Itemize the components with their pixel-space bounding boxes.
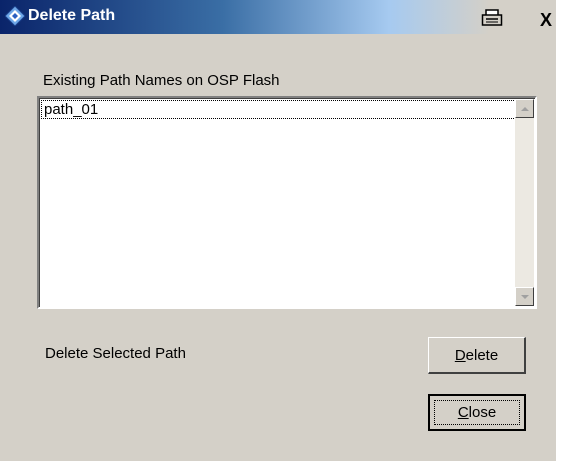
path-list-items: path_01	[40, 99, 516, 306]
app-diamond-icon	[4, 5, 26, 27]
path-listbox[interactable]: path_01	[37, 96, 537, 309]
vertical-scrollbar[interactable]	[515, 99, 534, 306]
scroll-up-button[interactable]	[515, 99, 534, 118]
delete-button-label: Delete	[455, 347, 498, 364]
delete-label-rest: elete	[465, 346, 499, 364]
printer-icon	[481, 9, 503, 31]
close-button[interactable]: Close	[428, 394, 526, 431]
focus-rectangle	[434, 400, 520, 425]
print-button[interactable]	[480, 9, 504, 31]
scroll-down-button[interactable]	[515, 287, 534, 306]
close-icon: X	[539, 10, 552, 30]
list-item[interactable]: path_01	[41, 100, 516, 119]
delete-selected-label: Delete Selected Path	[45, 345, 186, 362]
window-title: Delete Path	[28, 7, 116, 24]
chevron-up-icon	[520, 106, 529, 111]
delete-path-dialog: Delete Path X Existing Path Names on OSP…	[0, 0, 556, 461]
title-bar[interactable]: Delete Path X	[0, 0, 556, 34]
window-close-button[interactable]: X	[534, 10, 558, 30]
path-list-label: Existing Path Names on OSP Flash	[43, 72, 280, 89]
chevron-down-icon	[520, 294, 529, 299]
delete-mnemonic: D	[454, 346, 466, 364]
delete-button[interactable]: Delete	[428, 337, 526, 374]
